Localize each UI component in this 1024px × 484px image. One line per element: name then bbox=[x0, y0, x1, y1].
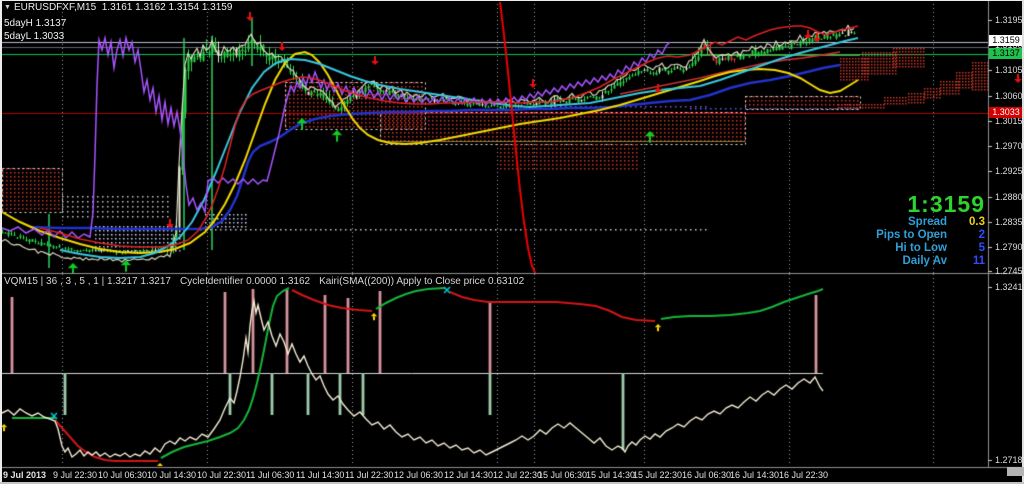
quote-row: Pips to Open 2 bbox=[876, 229, 985, 242]
quote-value: 0.3 bbox=[957, 216, 985, 229]
five-day-high-label: 5dayH 1.3137 bbox=[4, 18, 66, 29]
quote-row: Daily Av 11 bbox=[876, 255, 985, 268]
time-axis-label: 12 Jul 06:30 bbox=[394, 470, 443, 480]
price-tick-label: 1.2745 bbox=[995, 266, 1023, 276]
time-axis-label: 10 Jul 14:30 bbox=[147, 470, 196, 480]
quote-label: Daily Av bbox=[902, 255, 947, 267]
five-day-low-label: 5dayL 1.3033 bbox=[4, 31, 64, 42]
cycleidentifier-label: CycleIdentifier 0.0000 1.3162 bbox=[180, 276, 310, 287]
time-axis-label: 11 Jul 22:30 bbox=[345, 470, 393, 480]
dropdown-arrow-icon[interactable]: ▼ bbox=[4, 4, 11, 11]
price-marker-box: 1.3159 bbox=[989, 35, 1023, 46]
quote-value: 11 bbox=[957, 255, 985, 268]
time-axis-label: 15 Jul 22:30 bbox=[633, 470, 682, 480]
time-axis-label: 10 Jul 22:30 bbox=[197, 470, 246, 480]
price-tick-label: 1.2925 bbox=[995, 166, 1023, 176]
price-tick-label: 1.2790 bbox=[995, 242, 1023, 252]
chart-title: ▼EURUSDFXF,M15 1.3161 1.3162 1.3154 1.31… bbox=[4, 2, 232, 13]
quote-row: Spread 0.3 bbox=[876, 216, 985, 229]
indicator-header: VQM15 | 36 , 3 , 5 , 1 | 1.3217 1.3217 Cy… bbox=[4, 276, 533, 287]
price-tick-label: 1.3241 bbox=[995, 282, 1023, 292]
kairi-indicator-label: Kairi(SMA((200)) Apply to Close price 0.… bbox=[319, 276, 524, 287]
vq-indicator-label: VQM15 | 36 , 3 , 5 , 1 | 1.3217 1.3217 bbox=[4, 276, 171, 287]
symbol-period-label: EURUSDFXF,M15 bbox=[14, 2, 96, 13]
quote-panel: 1:3159 Spread 0.3 Pips to Open 2 Hi to Low 5D… bbox=[876, 192, 985, 268]
mt4-chart-window: ▼EURUSDFXF,M15 1.3161 1.3162 1.3154 1.31… bbox=[0, 0, 1024, 484]
price-tick-label: 1.3060 bbox=[995, 91, 1023, 101]
scrollbar-corner bbox=[1007, 467, 1024, 476]
window-border bbox=[0, 0, 1024, 1]
time-axis-label: 16 Jul 06:30 bbox=[682, 470, 731, 480]
quote-row: Hi to Low 5 bbox=[876, 242, 985, 255]
quote-label: Pips to Open bbox=[876, 229, 947, 241]
quote-label: Hi to Low bbox=[895, 242, 947, 254]
time-axis-label: 15 Jul 06:30 bbox=[538, 470, 587, 480]
window-border bbox=[0, 0, 2, 484]
time-axis-label: 16 Jul 14:30 bbox=[730, 470, 779, 480]
time-axis-label: 9 Jul 2013 bbox=[3, 470, 46, 480]
quote-label: Spread bbox=[908, 216, 947, 228]
time-axis-label: 11 Jul 14:30 bbox=[296, 470, 344, 480]
ohlc-values: 1.3161 1.3162 1.3154 1.3159 bbox=[102, 2, 233, 13]
time-axis-label: 12 Jul 22:30 bbox=[493, 470, 542, 480]
quote-value: 2 bbox=[957, 229, 985, 242]
price-tick-label: 1.3195 bbox=[995, 15, 1023, 25]
price-tick-label: 1.2835 bbox=[995, 217, 1023, 227]
price-tick-label: 1.2970 bbox=[995, 141, 1023, 151]
time-axis-label: 10 Jul 06:30 bbox=[98, 470, 147, 480]
time-axis-label: 12 Jul 14:30 bbox=[444, 470, 493, 480]
time-axis-label: 11 Jul 06:30 bbox=[246, 470, 294, 480]
price-tick-label: 1.2718 bbox=[995, 455, 1023, 465]
price-tick-label: 1.3105 bbox=[995, 65, 1023, 75]
chart-canvas[interactable] bbox=[0, 0, 1024, 484]
price-marker-box: 1.3033 bbox=[989, 107, 1023, 118]
time-axis-label: 9 Jul 22:30 bbox=[53, 470, 97, 480]
price-tick-label: 1.2880 bbox=[995, 192, 1023, 202]
time-axis-label: 15 Jul 14:30 bbox=[586, 470, 635, 480]
time-axis-label: 16 Jul 22:30 bbox=[779, 470, 828, 480]
quote-value: 5 bbox=[957, 242, 985, 255]
current-price: 1:3159 bbox=[876, 192, 985, 216]
price-marker-box: 1.3137 bbox=[989, 48, 1023, 59]
